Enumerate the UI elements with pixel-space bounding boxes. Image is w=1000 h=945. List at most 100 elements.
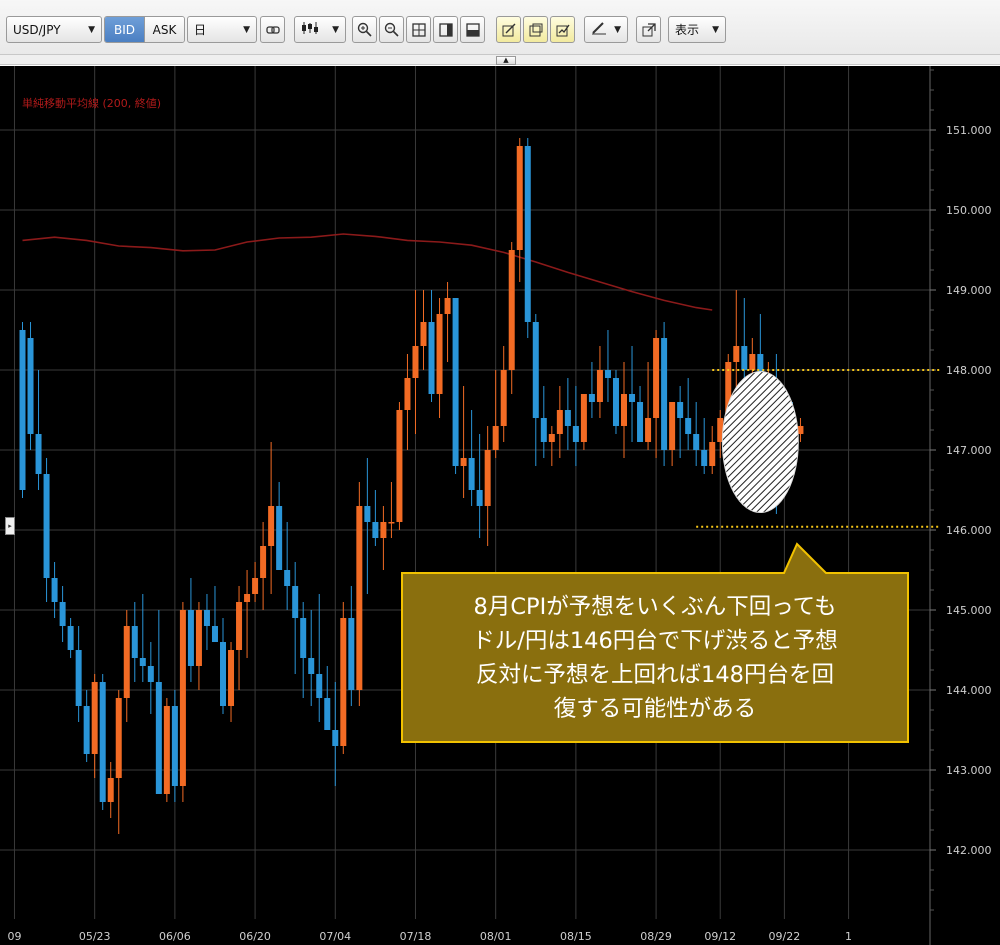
candle-body xyxy=(43,474,50,578)
zoom-out-icon[interactable] xyxy=(379,16,404,43)
forecast-ellipse xyxy=(721,370,799,514)
candle-body xyxy=(572,426,579,442)
zoom-in-icon[interactable] xyxy=(352,16,377,43)
y-tick-label: 146.000 xyxy=(946,524,992,537)
y-tick-label: 143.000 xyxy=(946,764,992,777)
collapse-toolbar-button[interactable]: ▲ xyxy=(496,56,516,65)
candle-body xyxy=(75,650,82,706)
candle xyxy=(179,602,186,802)
price-chart: 151.000 150.000 149.000 148.000 147.000 146.0… xyxy=(0,66,1000,945)
y-tick-label: 150.000 xyxy=(946,204,992,217)
symbol-select[interactable]: USD/JPY ▼ xyxy=(6,16,102,43)
candle-body xyxy=(372,522,379,538)
candle-body xyxy=(556,410,563,434)
collapse-strip: ▲ xyxy=(0,55,1000,65)
candle-body xyxy=(749,354,756,370)
chevron-down-icon: ▼ xyxy=(243,24,250,35)
candle-body xyxy=(468,458,475,490)
candle-body xyxy=(412,346,419,378)
candle-body xyxy=(252,578,259,594)
y-tick-label: 151.000 xyxy=(946,124,992,137)
candle xyxy=(356,482,363,706)
y-tick-label: 148.000 xyxy=(946,364,992,377)
candle xyxy=(524,138,531,338)
candle-body xyxy=(139,658,146,666)
candle-body xyxy=(195,610,202,666)
chevron-down-icon: ▼ xyxy=(712,24,719,35)
y-tick-label: 142.000 xyxy=(946,844,992,857)
forecast-zone xyxy=(721,370,799,514)
popout-icon[interactable] xyxy=(636,16,661,43)
candle-body xyxy=(524,146,531,322)
candle-body xyxy=(580,394,587,442)
draw-tool-1-icon[interactable] xyxy=(496,16,521,43)
panel-right-icon[interactable] xyxy=(433,16,458,43)
draw-tool-3-icon[interactable] xyxy=(550,16,575,43)
candle-body xyxy=(324,698,331,730)
candle-body xyxy=(19,330,26,490)
panel-split-icon[interactable] xyxy=(460,16,485,43)
draw-tool-2-icon[interactable] xyxy=(523,16,548,43)
side-panel-toggle[interactable]: ▸ xyxy=(5,517,15,535)
candle-body xyxy=(500,370,507,426)
candle-body xyxy=(300,618,307,658)
candle xyxy=(171,690,178,802)
y-tick-label: 147.000 xyxy=(946,444,992,457)
candle-body xyxy=(604,370,611,378)
y-tick-label: 145.000 xyxy=(946,604,992,617)
candle-body xyxy=(115,698,122,778)
link-icon[interactable] xyxy=(260,16,285,43)
candle-body xyxy=(444,298,451,314)
candle-body xyxy=(123,626,130,698)
callout-box xyxy=(401,542,909,743)
candle-body xyxy=(348,618,355,690)
x-tick-label: 09/22 xyxy=(769,930,801,943)
candle-body xyxy=(709,442,716,466)
candle-body xyxy=(171,706,178,786)
candle-body xyxy=(420,322,427,346)
candle-body xyxy=(268,506,275,546)
ask-button[interactable]: ASK xyxy=(144,17,184,42)
timeframe-select[interactable]: 日 ▼ xyxy=(187,16,257,43)
candle-body xyxy=(228,650,235,706)
candle-body xyxy=(677,402,684,418)
candle-body xyxy=(548,434,555,442)
candle xyxy=(612,370,619,434)
x-tick-label: 09/12 xyxy=(704,930,736,943)
candle-body xyxy=(564,410,571,426)
candle xyxy=(580,394,587,450)
bid-button[interactable]: BID xyxy=(105,17,144,42)
chevron-down-icon: ▼ xyxy=(88,24,95,35)
candle-body xyxy=(292,586,299,618)
candle-body xyxy=(67,626,74,650)
candle xyxy=(19,322,26,498)
x-tick-label: 08/01 xyxy=(480,930,512,943)
candle xyxy=(163,698,170,802)
candle-body xyxy=(27,338,34,434)
chart-type-select[interactable]: ▼ xyxy=(294,16,346,43)
x-tick-label: 09 xyxy=(7,930,21,943)
candle-body xyxy=(99,682,106,802)
candle-body xyxy=(508,250,515,370)
candle xyxy=(661,322,668,466)
candle xyxy=(99,674,106,810)
candle-body xyxy=(187,610,194,666)
candle-body xyxy=(59,602,66,626)
view-menu[interactable]: 表示 ▼ xyxy=(668,16,726,43)
x-tick-label: 08/29 xyxy=(640,930,672,943)
x-tick-label: 06/06 xyxy=(159,930,191,943)
candle-body xyxy=(452,298,459,466)
pen-tool-select[interactable]: ▼ xyxy=(584,16,628,43)
candle-body xyxy=(51,578,58,602)
grid-layout-icon[interactable] xyxy=(406,16,431,43)
candle-body xyxy=(436,314,443,394)
candle-body xyxy=(540,418,547,442)
candle xyxy=(340,602,347,754)
candle-body xyxy=(733,346,740,362)
candle-body xyxy=(404,378,411,410)
candle-body xyxy=(364,506,371,522)
candle-body xyxy=(316,674,323,698)
candle-body xyxy=(356,506,363,690)
candle-body xyxy=(476,490,483,506)
chart-background xyxy=(0,66,1000,945)
